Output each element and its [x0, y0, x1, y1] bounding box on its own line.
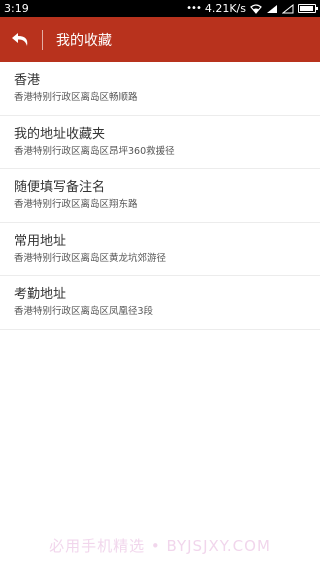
notification-dots: •••	[186, 3, 202, 14]
back-button[interactable]	[0, 17, 42, 62]
status-time: 3:19	[4, 2, 29, 15]
watermark: 必用手机精选 • BYJSJXY.COM	[49, 537, 271, 555]
favorite-address: 香港特别行政区离岛区黄龙坑郊游径	[14, 252, 167, 264]
favorite-item[interactable]: 香港 香港特别行政区离岛区畅顺路	[0, 62, 320, 116]
favorite-item[interactable]: 考勤地址 香港特别行政区离岛区凤凰径3段	[0, 276, 320, 330]
wifi-icon	[250, 3, 262, 14]
status-bar: 3:19 ••• 4.21K/s	[0, 0, 320, 17]
app-bar-divider	[42, 29, 43, 50]
signal-icon	[267, 4, 277, 13]
favorite-item[interactable]: 我的地址收藏夹 香港特别行政区离岛区昂坪360救援径	[0, 116, 320, 169]
network-speed: 4.21K/s	[204, 2, 246, 15]
favorite-name: 我的地址收藏夹	[14, 126, 106, 142]
favorite-address: 香港特别行政区离岛区畅顺路	[14, 92, 138, 103]
favorite-address: 香港特别行政区离岛区翔东路	[14, 199, 138, 210]
app-bar: 我的收藏	[0, 17, 320, 62]
favorite-address: 香港特别行政区离岛区凤凰径3段	[14, 306, 154, 317]
battery-icon	[298, 4, 318, 13]
page-title: 我的收藏	[56, 32, 112, 49]
favorites-list: 香港 香港特别行政区离岛区畅顺路 我的地址收藏夹 香港特别行政区离岛区昂坪360…	[0, 62, 320, 330]
signal-icon-2	[282, 3, 294, 13]
favorite-item[interactable]: 常用地址 香港特别行政区离岛区黄龙坑郊游径	[0, 223, 320, 276]
favorite-name: 常用地址	[14, 233, 67, 249]
favorite-name: 考勤地址	[14, 287, 67, 302]
favorite-address: 香港特别行政区离岛区昂坪360救援径	[14, 145, 175, 157]
favorite-name: 香港	[14, 73, 41, 88]
favorite-name: 随便填写备注名	[14, 180, 106, 195]
favorite-item[interactable]: 随便填写备注名 香港特别行政区离岛区翔东路	[0, 169, 320, 223]
back-arrow-icon	[12, 32, 28, 46]
